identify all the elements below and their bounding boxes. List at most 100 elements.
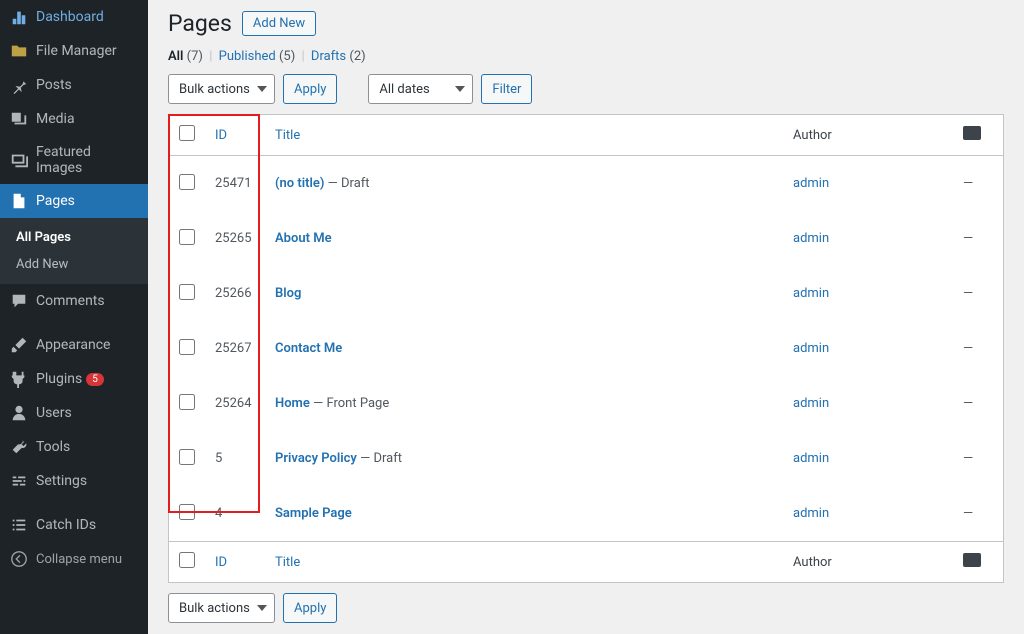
bulk-actions-select[interactable]: Bulk actions (168, 74, 275, 104)
sidebar-item-label: Tools (36, 439, 70, 455)
row-checkbox[interactable] (179, 229, 195, 245)
row-id: 25264 (205, 376, 265, 431)
row-title-suffix: — Draft (324, 176, 369, 191)
row-checkbox[interactable] (179, 339, 195, 355)
filter-published[interactable]: Published (5) (219, 49, 296, 64)
wrench-icon (10, 438, 28, 456)
row-title-link[interactable]: (no title) (275, 176, 324, 191)
col-header-comments[interactable] (953, 115, 1003, 156)
collapse-icon (10, 550, 28, 568)
row-comments: — (963, 176, 973, 191)
row-title-link[interactable]: Blog (275, 286, 301, 301)
sidebar-item-label: Plugins (36, 371, 82, 387)
table-row: 25471 (no title) — Draft admin — (169, 156, 1003, 211)
main-content: Pages Add New All (7) | Published (5) | … (148, 0, 1024, 634)
row-author-link[interactable]: admin (793, 341, 829, 356)
row-comments: — (963, 341, 973, 356)
col-footer-title[interactable]: Title (275, 555, 300, 570)
filter-all-count: (7) (187, 49, 203, 64)
sidebar-item-comments[interactable]: Comments (0, 284, 148, 318)
row-id: 25266 (205, 266, 265, 321)
table-row: 25267 Contact Me admin — (169, 321, 1003, 376)
sidebar-item-appearance[interactable]: Appearance (0, 328, 148, 362)
dates-filter-select[interactable]: All dates (368, 74, 473, 104)
apply-bulk-button[interactable]: Apply (283, 74, 337, 104)
row-id: 25267 (205, 321, 265, 376)
sidebar-item-label: Posts (36, 77, 72, 93)
row-title-link[interactable]: Privacy Policy (275, 451, 357, 466)
sidebar-item-featured-images[interactable]: Featured Images (0, 136, 148, 184)
col-footer-comments[interactable] (953, 541, 1003, 582)
sidebar-item-label: File Manager (36, 43, 117, 59)
sidebar-item-dashboard[interactable]: Dashboard (0, 0, 148, 34)
col-footer-id[interactable]: ID (215, 555, 227, 570)
filter-all[interactable]: All (168, 49, 183, 64)
row-author-link[interactable]: admin (793, 286, 829, 301)
page-title: Pages (168, 10, 232, 37)
dashboard-icon (10, 8, 28, 26)
select-all-checkbox-footer[interactable] (179, 552, 195, 568)
bulk-actions-select-bottom[interactable]: Bulk actions (168, 593, 275, 623)
row-comments: — (963, 506, 973, 521)
row-title-suffix: — Draft (357, 451, 402, 466)
row-id: 4 (205, 486, 265, 541)
sidebar-item-catch-ids[interactable]: Catch IDs (0, 508, 148, 542)
sidebar-item-posts[interactable]: Posts (0, 68, 148, 102)
comment-icon (963, 553, 981, 567)
row-comments: — (963, 231, 973, 246)
sidebar-item-label: Comments (36, 293, 105, 309)
submenu-item-add-new[interactable]: Add New (0, 251, 148, 278)
filter-button[interactable]: Filter (481, 74, 532, 104)
row-author-link[interactable]: admin (793, 231, 829, 246)
col-header-id[interactable]: ID (215, 128, 227, 143)
sidebar-item-label: Catch IDs (36, 517, 96, 533)
row-id: 25471 (205, 156, 265, 211)
apply-bulk-button-bottom[interactable]: Apply (283, 593, 337, 623)
sidebar-item-tools[interactable]: Tools (0, 430, 148, 464)
row-comments: — (963, 396, 973, 411)
table-row: 4 Sample Page admin — (169, 486, 1003, 541)
row-author-link[interactable]: admin (793, 396, 829, 411)
comment-icon (963, 126, 981, 140)
row-title-link[interactable]: Sample Page (275, 506, 352, 521)
collapse-label: Collapse menu (36, 552, 122, 567)
sidebar-submenu-pages: All Pages Add New (0, 218, 148, 284)
row-checkbox[interactable] (179, 394, 195, 410)
submenu-item-all-pages[interactable]: All Pages (0, 224, 148, 251)
row-title-link[interactable]: Home (275, 396, 310, 411)
table-row: 5 Privacy Policy — Draft admin — (169, 431, 1003, 486)
folder-icon (10, 42, 28, 60)
sidebar-item-users[interactable]: Users (0, 396, 148, 430)
admin-sidebar: Dashboard File Manager Posts Media Featu… (0, 0, 148, 634)
row-checkbox[interactable] (179, 449, 195, 465)
sidebar-item-file-manager[interactable]: File Manager (0, 34, 148, 68)
add-new-button[interactable]: Add New (242, 11, 316, 36)
row-title-link[interactable]: Contact Me (275, 341, 342, 356)
row-checkbox[interactable] (179, 504, 195, 520)
pin-icon (10, 76, 28, 94)
row-title-link[interactable]: About Me (275, 231, 332, 246)
row-checkbox[interactable] (179, 174, 195, 190)
comment-icon (10, 292, 28, 310)
pages-table: ID Title Author 25471 (no title) — Draft a… (168, 114, 1004, 583)
row-checkbox[interactable] (179, 284, 195, 300)
row-author-link[interactable]: admin (793, 506, 829, 521)
sidebar-item-media[interactable]: Media (0, 102, 148, 136)
select-all-checkbox[interactable] (179, 125, 195, 141)
sidebar-item-settings[interactable]: Settings (0, 464, 148, 498)
sidebar-item-label: Settings (36, 473, 87, 489)
collapse-menu[interactable]: Collapse menu (0, 542, 148, 576)
row-comments: — (963, 451, 973, 466)
row-title-suffix: — Front Page (310, 396, 389, 411)
col-footer-author[interactable]: Author (783, 541, 953, 582)
row-author-link[interactable]: admin (793, 176, 829, 191)
col-header-author[interactable]: Author (783, 115, 953, 156)
row-comments: — (963, 286, 973, 301)
col-header-title[interactable]: Title (275, 128, 300, 143)
plugins-update-badge: 5 (86, 373, 104, 386)
row-author-link[interactable]: admin (793, 451, 829, 466)
row-id: 5 (205, 431, 265, 486)
sidebar-item-plugins[interactable]: Plugins 5 (0, 362, 148, 396)
sidebar-item-pages[interactable]: Pages (0, 184, 148, 218)
filter-drafts[interactable]: Drafts (2) (311, 49, 366, 64)
